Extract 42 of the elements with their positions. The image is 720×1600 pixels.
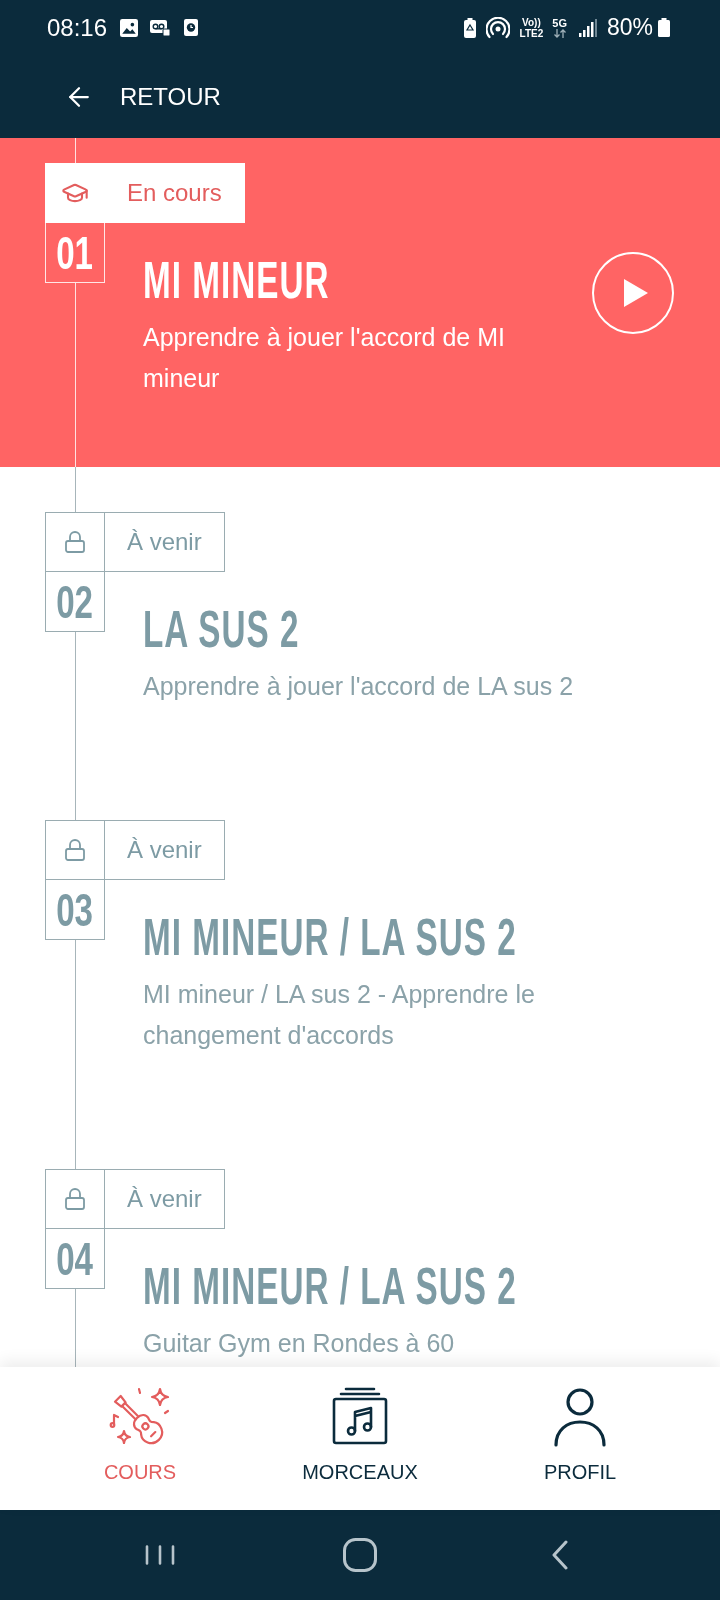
battery-icon [658, 18, 670, 37]
data-arrows-icon [552, 29, 567, 38]
lesson-description: Guitar Gym en Rondes à 60 [143, 1328, 455, 1359]
signal-icon [578, 18, 597, 37]
back-button[interactable]: RETOUR [64, 81, 221, 112]
play-button[interactable] [592, 252, 674, 334]
lesson-number: 01 [45, 223, 105, 283]
lesson-title: MI MINEUR / LA SUS 2 [143, 1262, 517, 1310]
status-badge: À venir [105, 512, 225, 572]
lesson-number: 02 [45, 572, 105, 632]
lesson-title: MI MINEUR [143, 256, 330, 304]
lesson-description: MI mineur / LA sus 2 - Apprendre le changement d'accords [143, 979, 536, 1051]
lock-icon [63, 530, 87, 554]
status-time: 08:16 [47, 15, 108, 40]
voicemail-icon [150, 19, 171, 36]
back-icon[interactable] [551, 1540, 569, 1570]
hotspot-icon [485, 16, 510, 39]
home-icon[interactable] [343, 1538, 377, 1572]
image-icon [120, 18, 139, 37]
network-type: 5G [552, 17, 567, 29]
nav-tab[interactable]: COURS [30, 1367, 250, 1510]
status-badge: À venir [105, 820, 225, 880]
lesson-card[interactable]: En cours 01 MI MINEUR Apprendre à jouer l'accord de MI mineur [0, 138, 720, 467]
recents-icon[interactable] [145, 1545, 175, 1565]
network-label: LTE2 [519, 27, 544, 39]
battery-recycle-icon [463, 17, 476, 38]
lesson-title: LA SUS 2 [143, 605, 300, 653]
play-icon [624, 279, 648, 307]
status-badge: En cours [105, 163, 245, 223]
nav-tab[interactable]: MORCEAUX [250, 1367, 470, 1510]
lesson-title: MI MINEUR / LA SUS 2 [143, 913, 517, 961]
battery-percent: 80% [606, 16, 653, 39]
status-badge: À venir [105, 1169, 225, 1229]
lock-icon [63, 1187, 87, 1211]
lesson-description: Apprendre à jouer l'accord de MI mineur [143, 322, 506, 394]
clock-icon [184, 19, 199, 36]
lock-icon [63, 838, 87, 862]
lesson-number: 03 [45, 880, 105, 940]
nav-tab[interactable]: PROFIL [470, 1367, 690, 1510]
network-label: Vo)) [522, 16, 541, 28]
lesson-description: Apprendre à jouer l'accord de LA sus 2 [143, 671, 574, 702]
lesson-number: 04 [45, 1229, 105, 1289]
